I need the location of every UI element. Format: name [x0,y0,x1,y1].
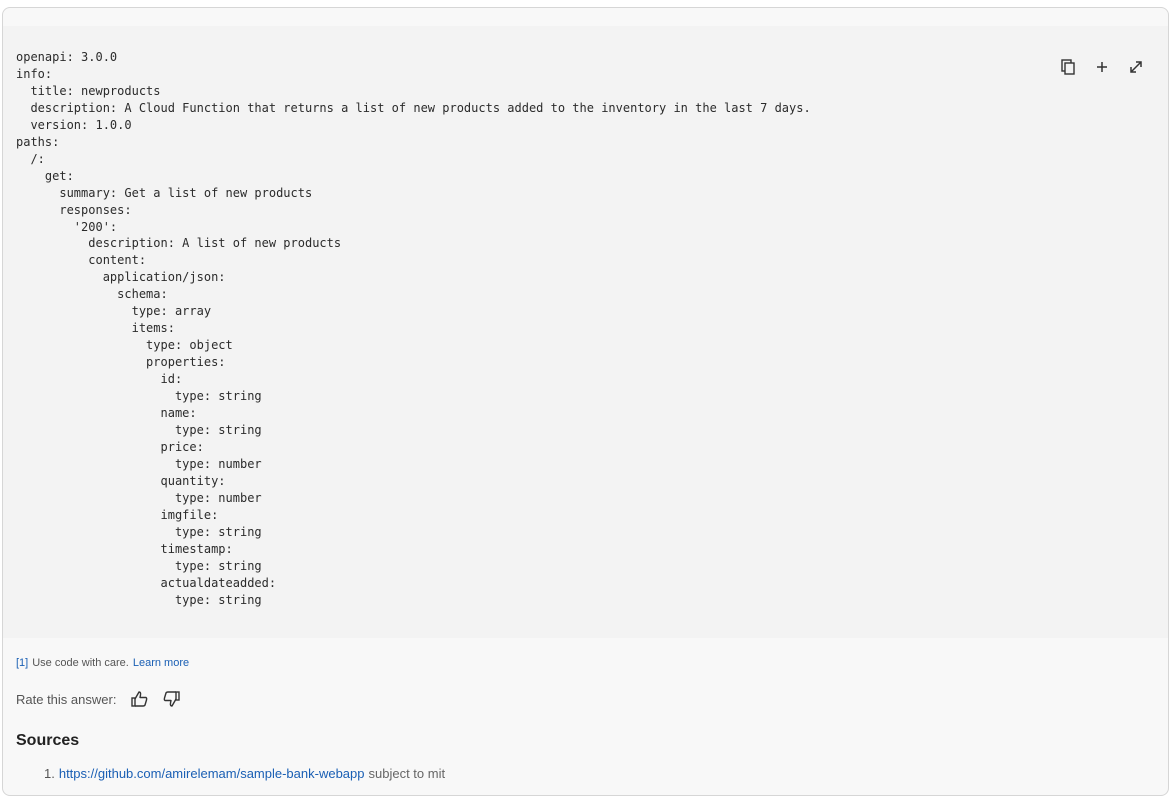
thumbs-down-button[interactable] [158,689,184,709]
thumbs-up-icon [131,691,148,707]
code-line: type: string [16,389,262,404]
code-content: openapi: 3.0.0 info: title: newproducts … [16,49,811,608]
code-line: type: number [16,490,262,505]
expand-icon [1130,61,1142,73]
expand-button[interactable] [1122,56,1150,78]
code-line: timestamp: [16,541,233,556]
code-line: actualdateadded: [16,575,277,590]
source-link[interactable]: https://github.com/amirelemam/sample-ban… [59,766,365,781]
code-line: name: [16,406,197,421]
copy-button[interactable] [1054,56,1082,78]
code-line: '200': [16,219,118,234]
sources-title: Sources [16,732,80,749]
code-line: /: [16,151,45,166]
code-line: type: object [16,338,233,353]
learn-more-link[interactable]: Learn more [133,657,189,669]
rating-bar: Rate this answer: [16,689,190,709]
rate-label: Rate this answer: [16,691,117,707]
disclaimer-text: Use code with care. [32,657,129,669]
plus-icon [1097,62,1107,72]
code-line: items: [16,321,175,336]
add-button[interactable] [1088,56,1116,78]
code-line: content: [16,253,147,268]
code-line: info: [16,66,53,81]
code-line: description: A Cloud Function that retur… [16,100,811,115]
code-line: openapi: 3.0.0 [16,50,118,64]
copy-icon [1061,59,1075,75]
code-toolbar [1054,56,1150,78]
code-line: description: A list of new products [16,236,342,251]
source-item: 1. https://github.com/amirelemam/sample-… [44,766,445,781]
code-line: type: string [16,524,262,539]
code-line: properties: [16,355,226,370]
code-line: version: 1.0.0 [16,117,132,132]
code-line: id: [16,372,183,387]
code-line: responses: [16,202,132,217]
code-line: paths: [16,134,60,149]
answer-card: openapi: 3.0.0 info: title: newproducts … [2,7,1169,796]
code-line: type: string [16,592,262,607]
code-line: schema: [16,287,168,302]
code-line: type: string [16,558,262,573]
sources-list: 1. https://github.com/amirelemam/sample-… [44,766,445,781]
source-license: subject to mit [368,766,446,781]
code-line: type: array [16,304,212,319]
code-line: type: string [16,422,262,437]
code-disclaimer: [1] Use code with care. Learn more [16,657,189,669]
code-line: type: number [16,456,262,471]
citation-ref[interactable]: [1] [16,657,28,669]
code-line: application/json: [16,270,226,285]
code-line: imgfile: [16,507,219,522]
code-line: title: newproducts [16,83,161,98]
code-line: get: [16,168,74,183]
code-line: price: [16,439,204,454]
thumbs-up-button[interactable] [126,689,152,709]
code-line: quantity: [16,473,226,488]
code-line: summary: Get a list of new products [16,185,313,200]
source-number: 1. [44,766,55,781]
thumbs-down-icon [163,691,180,707]
